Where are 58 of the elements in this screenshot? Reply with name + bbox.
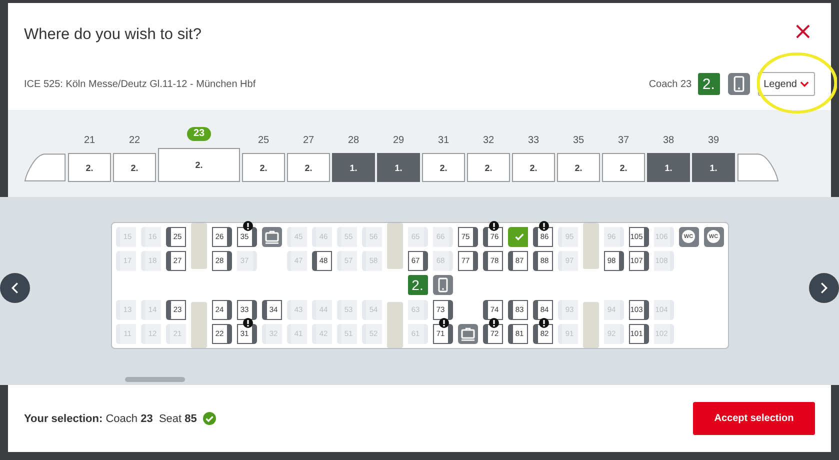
route-text: ICE 525: Köln Messe/Deutz Gl.11-12 - München Hbf [24,78,256,90]
coach-button[interactable]: 2. [602,153,645,182]
phone-icon [432,274,452,294]
coach-number: 29 [392,134,404,148]
pillar [582,302,598,348]
coach-button[interactable]: 2. [68,153,111,182]
coach-button[interactable]: 2. [287,153,330,182]
coach-number: 33 [528,134,540,148]
check-circle-icon [202,412,216,425]
luggage-icon [458,324,478,344]
coach-number: 38 [662,134,674,148]
class-badge: 2. [408,274,428,294]
pillar [582,222,598,268]
coach-number: 32 [482,134,494,148]
coach-label: Coach 23 [648,78,692,90]
coach-button[interactable]: 2. [557,153,600,182]
coach-button[interactable]: 2. [512,153,555,182]
pillar [386,222,402,268]
coach-button[interactable]: 1. [647,153,690,182]
selection-summary: Your selection: Coach 23 Seat 85 [24,412,197,424]
chevron-icon [800,81,809,87]
seat[interactable] [508,226,528,246]
coach-button[interactable]: 2. [467,153,510,182]
coach-button[interactable]: 1. [332,153,375,182]
coach-button[interactable]: 1. [377,153,420,182]
coach-number: 28 [348,134,360,148]
close-button[interactable]: × [790,19,815,43]
class-badge: 2. [698,73,720,95]
coach-number: 39 [708,134,720,148]
phone-icon [728,73,750,95]
coach-number: 22 [128,134,140,148]
next-button[interactable] [809,273,839,303]
legend-dropdown[interactable]: Legend [758,72,815,96]
chevron-right-icon [820,282,828,294]
previous-button[interactable] [0,273,30,303]
coach-number: 21 [84,134,96,148]
coach-number: 37 [618,134,630,148]
coach-number: 27 [302,134,314,148]
scrollbar[interactable] [125,377,185,382]
luggage-icon [262,226,282,246]
coach-button[interactable]: 2. [113,153,156,182]
coach-number: 23 [187,127,211,141]
train-end-drawing [737,153,779,182]
train-end-drawing [24,153,66,182]
pillar [190,302,206,348]
coach-button[interactable]: 2. [158,148,240,182]
dialog-title: Where do you wish to sit? [24,25,202,44]
coach-number: 35 [572,134,584,148]
pillar [190,222,206,268]
chevron-left-icon [11,282,19,294]
coach-button[interactable]: 1. [692,153,735,182]
coach-button[interactable]: 2. [242,153,285,182]
coach-number: 31 [438,134,450,148]
coach-number: 25 [258,134,270,148]
check-icon [514,231,525,242]
coach-button[interactable]: 2. [422,153,465,182]
pillar [386,302,402,348]
accept-button[interactable]: Accept selection [693,402,815,435]
